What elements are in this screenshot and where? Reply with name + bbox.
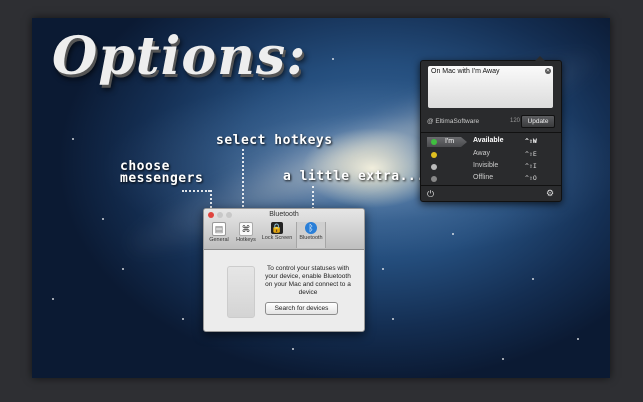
status-label: Away [473,150,490,157]
offline-status-icon [431,176,437,182]
status-message-text: On Mac with I'm Away [431,68,500,75]
divider [421,132,561,133]
status-row-available[interactable]: Available ^⇧W [421,136,561,148]
status-label: Invisible [473,162,499,169]
lock-screen-icon: 🔒 [271,222,283,234]
available-status-icon [431,139,437,145]
update-button[interactable]: Update [521,115,555,128]
power-icon[interactable]: ⏻ [427,189,434,200]
status-hotkey: ^⇧O [525,174,537,182]
tab-hotkeys[interactable]: ⌘ Hotkeys [233,222,259,248]
status-hotkey: ^⇧I [525,162,537,170]
tab-bluetooth[interactable]: ᛒ Bluetooth [296,222,326,248]
panel-caret [535,56,545,61]
choose-label-line2: messengers [120,171,204,186]
window-title: Bluetooth [269,211,299,218]
screenshot-frame: Options: choose messengers select hotkey… [32,18,610,378]
status-row-offline[interactable]: Offline ^⇧O [421,173,561,185]
tab-label: Hotkeys [236,237,256,243]
tab-lock-screen[interactable]: 🔒 Lock Screen [260,222,294,248]
away-status-icon [431,152,437,158]
invisible-status-icon [431,164,437,170]
device-illustration [227,266,255,318]
general-icon: ▤ [212,222,226,236]
search-devices-button[interactable]: Search for devices [265,302,338,315]
gear-icon[interactable]: ⚙ [546,188,554,199]
tab-label: Lock Screen [261,235,293,241]
select-hotkeys-label: select hotkeys [216,133,333,148]
status-label: Offline [473,174,494,181]
window-toolbar: Bluetooth ▤ General ⌘ Hotkeys 🔒 Lock Scr… [204,209,364,250]
bluetooth-icon: ᛒ [305,222,317,234]
hotkeys-icon: ⌘ [239,222,253,236]
status-hotkey: ^⇧E [525,150,537,158]
char-count: 120 [510,118,521,124]
bluetooth-description: To control your statuses with your devic… [265,265,351,296]
divider [421,185,561,186]
status-message-field[interactable]: On Mac with I'm Away ✕ [428,66,553,108]
preferences-window: Bluetooth ▤ General ⌘ Hotkeys 🔒 Lock Scr… [203,208,365,332]
connector-line [182,190,210,192]
status-label: Available [473,137,504,144]
a-little-extra-label: a little extra... [283,169,425,184]
status-row-invisible[interactable]: Invisible ^⇧I [421,161,561,173]
status-hotkey: ^⇧W [525,137,537,145]
tab-general[interactable]: ▤ General [206,222,232,248]
clear-icon[interactable]: ✕ [545,68,551,74]
tab-label: General [209,237,229,243]
status-row-away[interactable]: Away ^⇧E [421,149,561,161]
status-menu-panel: On Mac with I'm Away ✕ @ EltimaSoftware … [420,56,562,202]
page-title: Options: [52,26,307,87]
tab-label: Bluetooth [299,235,323,241]
account-name: @ EltimaSoftware [427,118,480,125]
